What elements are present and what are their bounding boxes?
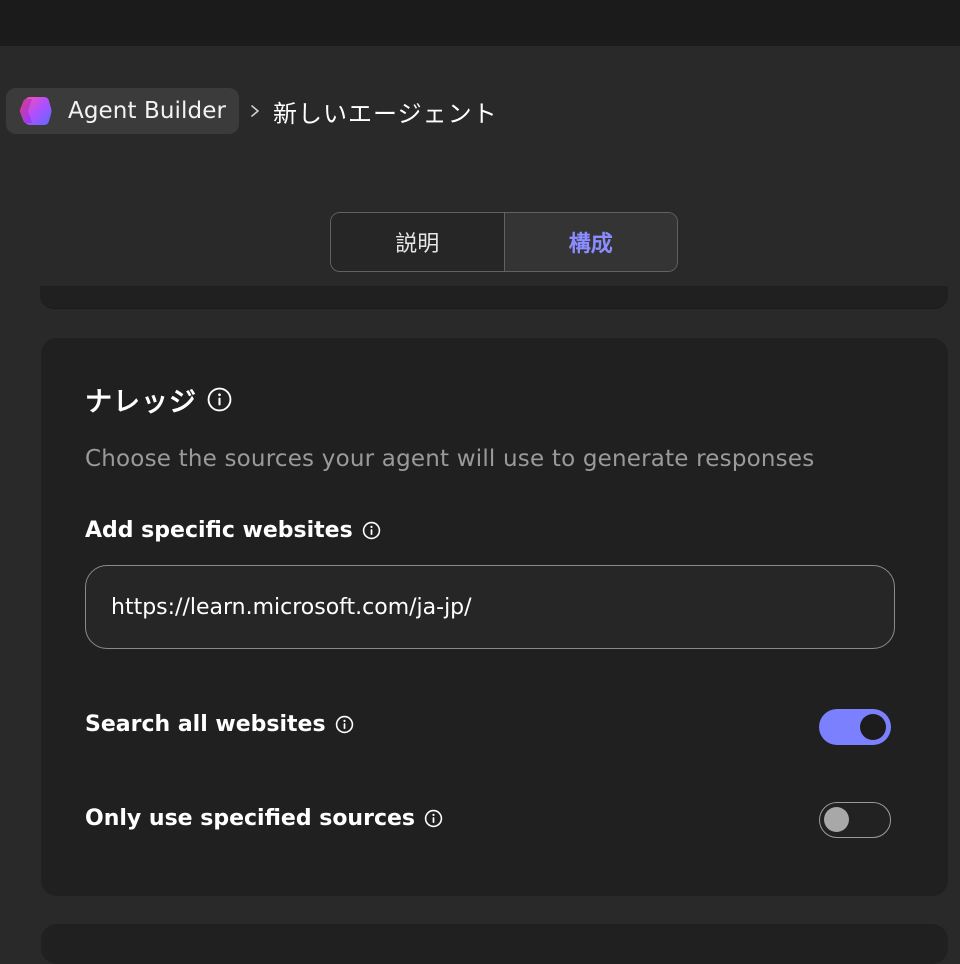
search-all-websites-label: Search all websites — [85, 712, 326, 737]
add-websites-label-row: Add specific websites — [85, 518, 381, 543]
knowledge-card: ナレッジ Choose the sources your agent will … — [41, 338, 948, 896]
previous-card-edge — [40, 286, 948, 308]
chevron-right-icon — [251, 105, 259, 117]
only-specified-sources-toggle[interactable] — [819, 802, 891, 838]
toggle-knob — [860, 714, 886, 740]
agent-builder-logo-icon — [19, 97, 52, 125]
knowledge-description: Choose the sources your agent will use t… — [85, 446, 815, 472]
search-all-websites-toggle[interactable] — [819, 709, 891, 745]
breadcrumb-agent-builder[interactable]: Agent Builder — [6, 88, 240, 134]
knowledge-title: ナレッジ — [85, 387, 197, 418]
add-websites-label: Add specific websites — [85, 518, 353, 543]
info-icon[interactable] — [424, 809, 443, 828]
website-url-input[interactable]: https://learn.microsoft.com/ja-jp/ — [85, 565, 895, 649]
top-bar — [0, 0, 960, 46]
breadcrumb: Agent Builder 新しいエージェント — [6, 88, 498, 134]
only-specified-sources-label-row: Only use specified sources — [85, 806, 443, 831]
info-icon[interactable] — [362, 521, 381, 540]
breadcrumb-app-label: Agent Builder — [68, 98, 227, 124]
info-icon[interactable] — [207, 387, 232, 412]
knowledge-title-row: ナレッジ — [85, 380, 232, 419]
breadcrumb-current-page: 新しいエージェント — [273, 99, 498, 128]
info-icon[interactable] — [335, 715, 354, 734]
next-card-edge — [41, 924, 948, 964]
search-all-websites-label-row: Search all websites — [85, 712, 354, 737]
only-specified-sources-label: Only use specified sources — [85, 806, 415, 831]
website-url-value: https://learn.microsoft.com/ja-jp/ — [111, 594, 472, 620]
tab-configuration[interactable]: 構成 — [504, 213, 677, 271]
toggle-knob — [824, 807, 849, 832]
tab-description[interactable]: 説明 — [331, 213, 505, 271]
tab-group: 説明 構成 — [330, 212, 678, 272]
